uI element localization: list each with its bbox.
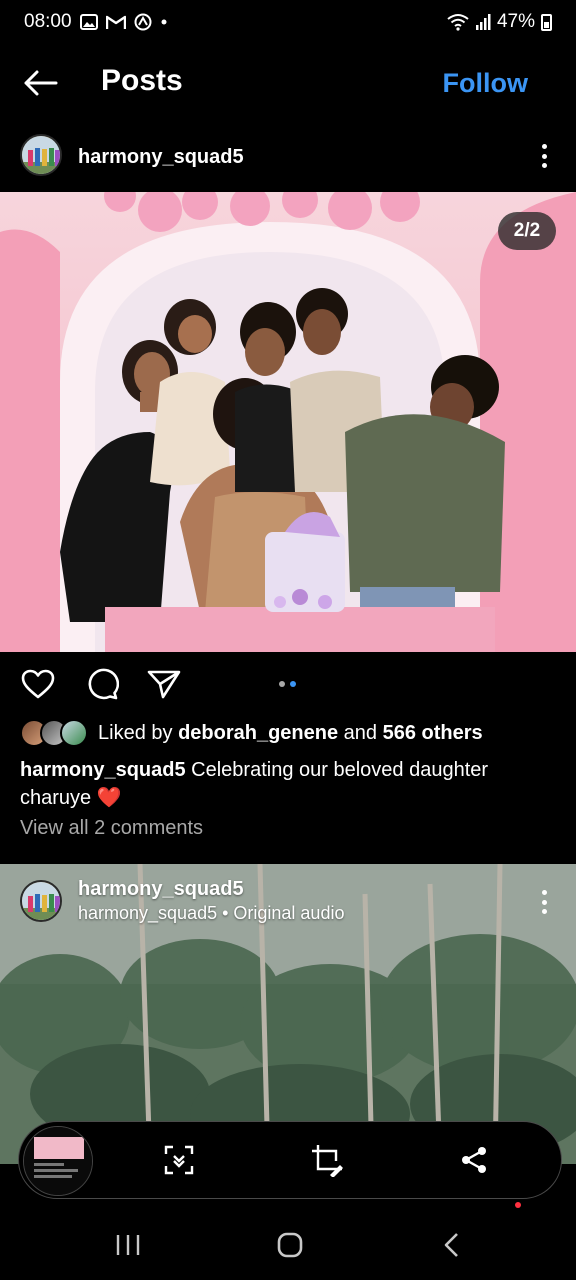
- screenshot-toolbar: [18, 1121, 562, 1199]
- home-icon: [277, 1232, 303, 1258]
- post-image[interactable]: 2/2: [0, 192, 576, 652]
- edit-screenshot-button[interactable]: [309, 1142, 345, 1178]
- back-button[interactable]: [20, 66, 60, 100]
- liked-by-avatars: [20, 719, 90, 747]
- likes-text: Liked by deborah_genene and 566 others: [98, 722, 483, 745]
- scroll-capture-button[interactable]: [161, 1142, 197, 1178]
- likes-middle: and: [338, 721, 383, 744]
- share-send-icon: [147, 670, 181, 699]
- liked-by-user[interactable]: deborah_genene: [178, 722, 338, 744]
- gmail-notification-icon: [105, 14, 126, 30]
- signal-icon: [475, 14, 491, 30]
- carousel-dot-active: [290, 681, 296, 687]
- heart-emoji: ❤️: [96, 787, 122, 809]
- top-app-bar: Posts Follow: [0, 52, 576, 114]
- comment-button[interactable]: [84, 666, 120, 702]
- likes-prefix: Liked by: [98, 721, 179, 744]
- more-vert-icon: [541, 144, 547, 149]
- likes-row[interactable]: Liked by deborah_genene and 566 others: [20, 718, 483, 748]
- page-title: Posts: [101, 64, 183, 97]
- avatar: [60, 719, 88, 747]
- next-post-video[interactable]: harmony_squad5 harmony_squad5 • Original…: [0, 864, 576, 1164]
- post-username[interactable]: harmony_squad5: [78, 146, 244, 169]
- post-header: harmony_squad5: [0, 130, 576, 184]
- avatar[interactable]: [20, 134, 62, 176]
- crop-edit-icon: [312, 1145, 343, 1177]
- gallery-notification-icon: [79, 14, 98, 30]
- scan-icon: [164, 1145, 194, 1175]
- carousel-dot: [279, 681, 285, 687]
- system-navigation-bar: [0, 1208, 576, 1280]
- heart-icon: [21, 669, 55, 699]
- battery-icon: [541, 13, 552, 31]
- carousel-indicator: [279, 681, 296, 687]
- back-nav-button[interactable]: [430, 1228, 474, 1262]
- recents-icon: [116, 1235, 140, 1255]
- home-button[interactable]: [268, 1228, 312, 1262]
- avatar[interactable]: [20, 880, 62, 922]
- recents-button[interactable]: [106, 1228, 150, 1262]
- party-photo: [0, 192, 576, 652]
- share-icon: [462, 1147, 486, 1173]
- share-button[interactable]: [146, 666, 182, 702]
- more-vert-icon: [541, 890, 547, 895]
- wifi-icon: [447, 13, 469, 31]
- back-nav-icon: [444, 1233, 458, 1257]
- app-notification-icon: [134, 13, 152, 31]
- more-options-button[interactable]: [534, 888, 554, 916]
- like-button[interactable]: [20, 666, 56, 702]
- caption-username[interactable]: harmony_squad5: [20, 759, 186, 781]
- more-options-button[interactable]: [534, 142, 554, 170]
- view-comments-link[interactable]: View all 2 comments: [20, 817, 203, 840]
- status-bar: 08:00 47%: [0, 0, 576, 44]
- share-screenshot-button[interactable]: [456, 1142, 492, 1178]
- comment-icon: [88, 668, 119, 700]
- image-counter: 2/2: [498, 212, 556, 250]
- likes-others[interactable]: 566 others: [383, 722, 483, 744]
- more-notifications-dot-icon: [160, 18, 168, 26]
- follow-button[interactable]: Follow: [443, 68, 528, 99]
- post-actions: [0, 660, 576, 710]
- battery-percentage: 47%: [496, 11, 535, 32]
- back-arrow-icon: [24, 70, 58, 96]
- status-time: 08:00: [24, 11, 72, 32]
- next-post-username[interactable]: harmony_squad5: [78, 878, 244, 901]
- next-post-audio[interactable]: harmony_squad5 • Original audio: [78, 903, 344, 924]
- post-caption: harmony_squad5 Celebrating our beloved d…: [20, 756, 540, 812]
- screenshot-thumbnail[interactable]: [23, 1126, 93, 1196]
